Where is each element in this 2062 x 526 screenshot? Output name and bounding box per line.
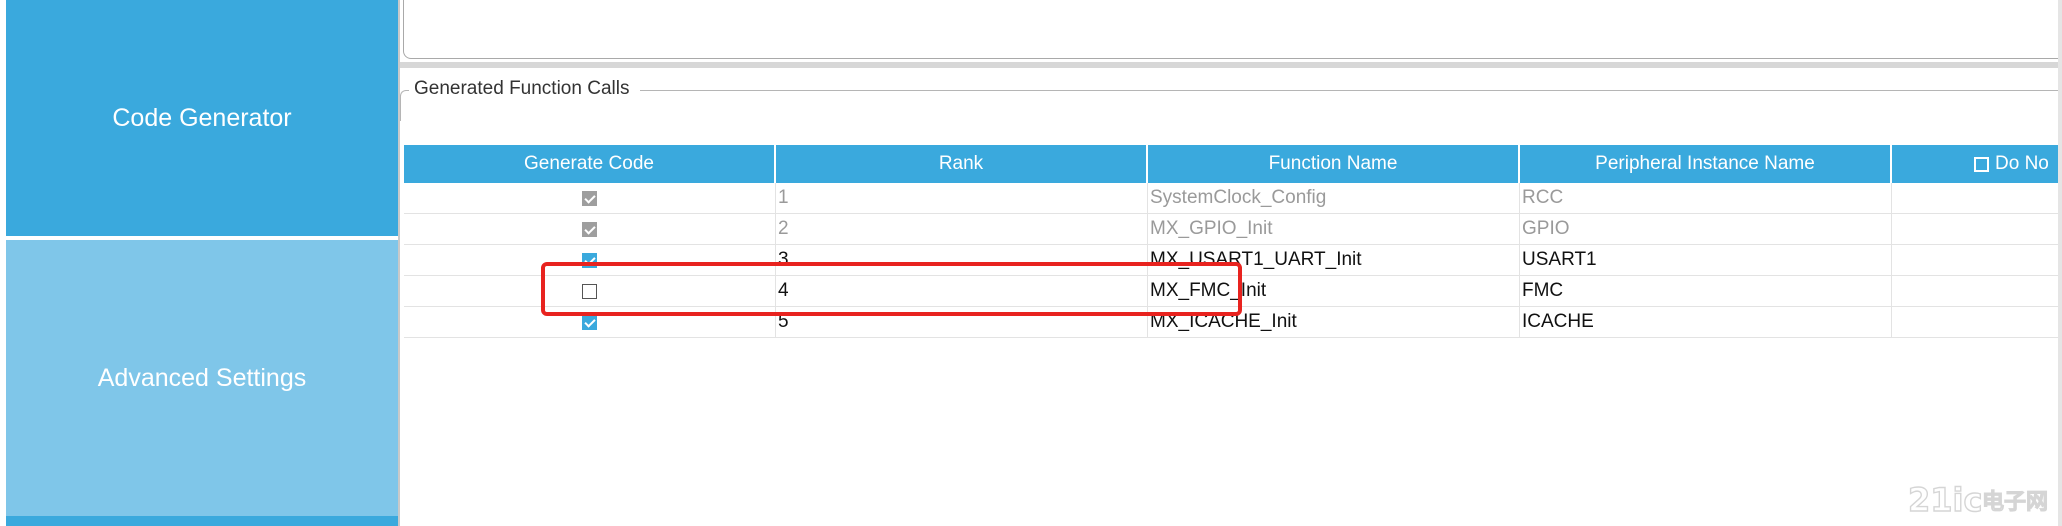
cell-do-not-generate [1892, 183, 2062, 213]
cell-function-name: SystemClock_Config [1148, 183, 1520, 213]
group-title: Generated Function Calls [410, 78, 634, 100]
cell-peripheral-instance: GPIO [1520, 214, 1892, 244]
group-border [400, 90, 409, 121]
cell-rank: 2 [776, 214, 1148, 244]
splitter-bar[interactable] [400, 62, 2062, 68]
svg-text:21ic: 21ic [1908, 481, 1982, 519]
cell-rank: 1 [776, 183, 1148, 213]
cell-generate-code [404, 245, 776, 275]
cell-do-not-generate [1892, 307, 2062, 337]
cell-function-name: MX_ICACHE_Init [1148, 307, 1520, 337]
cell-peripheral-instance: FMC [1520, 276, 1892, 306]
table-row[interactable]: 4 MX_FMC_Init FMC [404, 276, 2062, 307]
driver-selector-panel [403, 0, 2062, 59]
header-checkbox[interactable] [1974, 156, 1989, 172]
column-header-function-name[interactable]: Function Name [1148, 145, 1520, 183]
group-border-line [640, 90, 2062, 91]
column-header-peripheral-instance-name[interactable]: Peripheral Instance Name [1520, 145, 1892, 183]
table-header: Generate Code Rank Function Name Periphe… [404, 145, 2062, 183]
generate-code-checkbox [582, 221, 597, 237]
sidebar-item-label: Advanced Settings [97, 363, 307, 392]
cell-peripheral-instance: ICACHE [1520, 307, 1892, 337]
column-header-rank[interactable]: Rank [776, 145, 1148, 183]
cell-function-name: MX_GPIO_Init [1148, 214, 1520, 244]
generate-code-checkbox[interactable] [582, 283, 597, 299]
cell-generate-code [404, 307, 776, 337]
sidebar-item-next[interactable] [6, 516, 398, 526]
table-row[interactable]: 1 SystemClock_Config RCC [404, 183, 2062, 214]
table-row[interactable]: 5 MX_ICACHE_Init ICACHE [404, 307, 2062, 338]
sidebar-item-advanced-settings[interactable]: Advanced Settings [6, 240, 398, 516]
scrollbar-edge[interactable] [2058, 0, 2062, 526]
table-body: 1 SystemClock_Config RCC 2 MX_GPIO_Init GPIO 3… [404, 183, 2062, 338]
cell-rank: 3 [776, 245, 1148, 275]
cell-peripheral-instance: RCC [1520, 183, 1892, 213]
cell-generate-code [404, 214, 776, 244]
cell-generate-code [404, 276, 776, 306]
sidebar-item-code-generator[interactable]: Code Generator [6, 0, 398, 236]
svg-text:电子网: 电子网 [1982, 490, 2048, 515]
cell-rank: 5 [776, 307, 1148, 337]
column-header-generate-code[interactable]: Generate Code [404, 145, 776, 183]
sidebar-item-label: Code Generator [112, 103, 292, 132]
cell-do-not-generate [1892, 276, 2062, 306]
cell-function-name: MX_USART1_UART_Init [1148, 245, 1520, 275]
function-calls-table: Generate Code Rank Function Name Periphe… [404, 145, 2062, 338]
cell-do-not-generate [1892, 214, 2062, 244]
cell-rank: 4 [776, 276, 1148, 306]
column-header-do-not-generate[interactable]: Do No [1892, 145, 2049, 183]
cubemx-window: Code Generator Advanced Settings Generat… [0, 0, 2062, 526]
table-row[interactable]: 2 MX_GPIO_Init GPIO [404, 214, 2062, 245]
cell-generate-code [404, 183, 776, 213]
generate-code-checkbox [582, 190, 597, 206]
sidebar: Code Generator Advanced Settings [0, 0, 398, 526]
table-row[interactable]: 3 MX_USART1_UART_Init USART1 [404, 245, 2062, 276]
cell-function-name: MX_FMC_Init [1148, 276, 1520, 306]
cell-peripheral-instance: USART1 [1520, 245, 1892, 275]
watermark-logo: 21ic 电子网 [1907, 480, 2048, 519]
generate-code-checkbox[interactable] [582, 314, 597, 330]
generate-code-checkbox[interactable] [582, 252, 597, 268]
cell-do-not-generate [1892, 245, 2062, 275]
